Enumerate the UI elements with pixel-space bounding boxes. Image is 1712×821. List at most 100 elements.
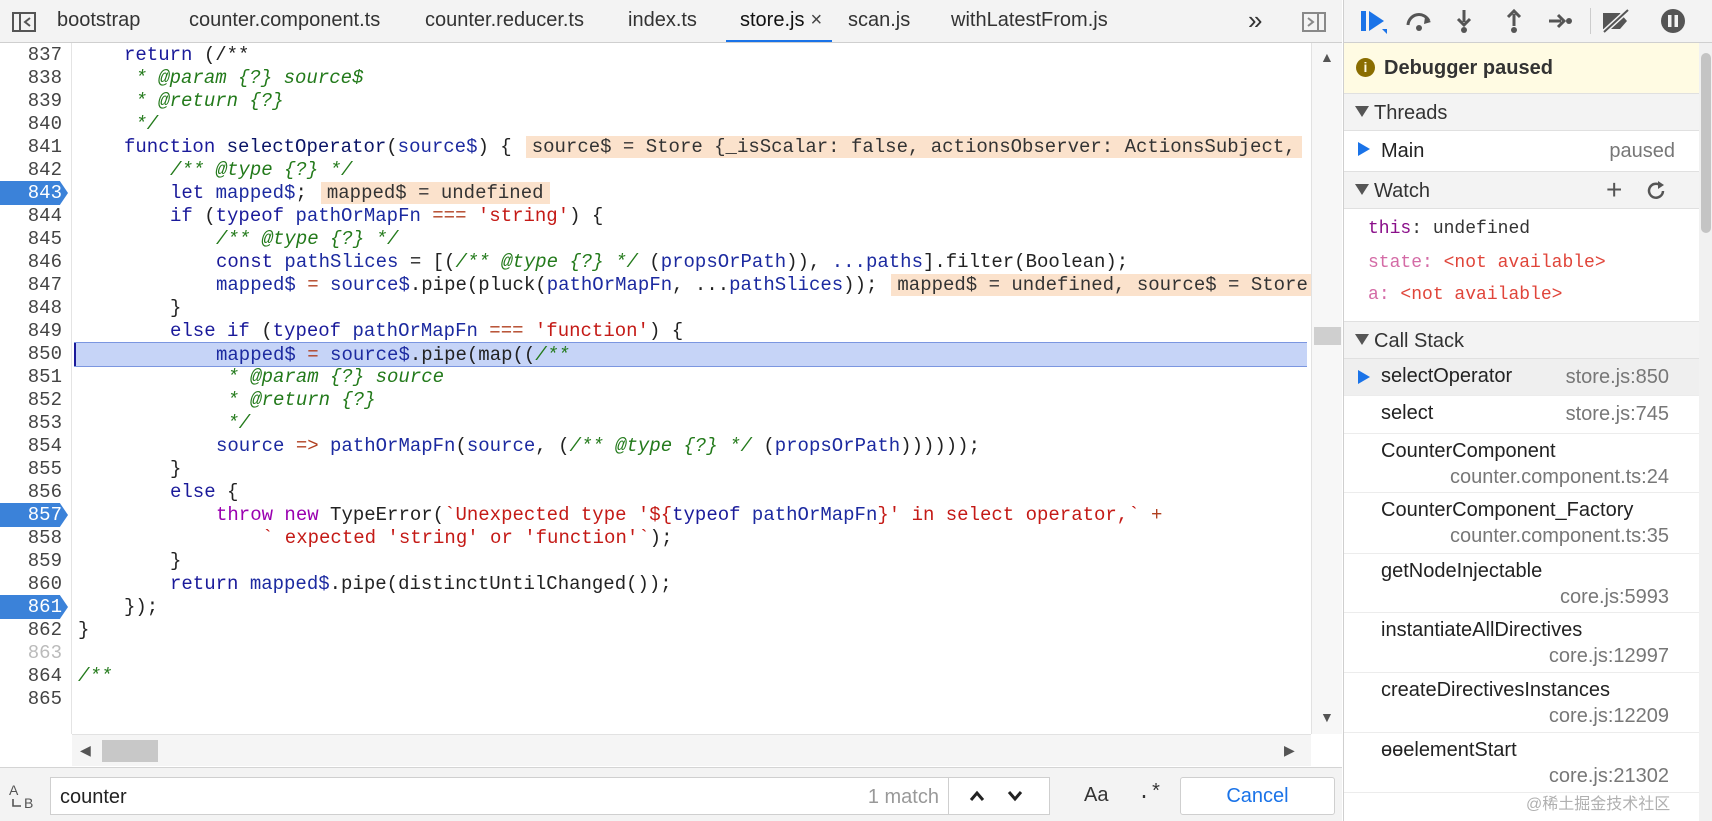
line-number[interactable]: 845: [0, 227, 68, 251]
call-frame-location: counter.component.ts:24: [1449, 466, 1669, 488]
line-number[interactable]: 847: [0, 273, 68, 297]
line-number[interactable]: 844: [0, 204, 68, 228]
tab-counter-component[interactable]: counter.component.ts: [189, 0, 380, 42]
line-number[interactable]: 864: [0, 664, 68, 688]
code-token: pathOrMapFn: [546, 274, 673, 296]
breakpoint-line-number[interactable]: 843: [0, 181, 68, 205]
watch-value: undefined: [1432, 219, 1531, 239]
tab-scan[interactable]: scan.js: [848, 0, 910, 42]
cancel-search-button[interactable]: Cancel: [1180, 777, 1335, 815]
tab-index[interactable]: index.ts: [628, 0, 697, 42]
watch-expression-row[interactable]: this: undefined: [1368, 219, 1530, 239]
code-token: new: [284, 504, 319, 526]
call-frame[interactable]: createDirectivesInstances core.js:12209: [1344, 673, 1699, 733]
scroll-up-arrow-icon[interactable]: ▲: [1320, 49, 1334, 65]
line-number[interactable]: 850: [0, 342, 68, 366]
next-match-button[interactable]: [998, 782, 1032, 810]
scrollbar-thumb[interactable]: [1701, 53, 1711, 233]
line-number[interactable]: 838: [0, 66, 68, 90]
toggle-navigator-button[interactable]: [10, 9, 38, 35]
step-into-button[interactable]: [1447, 5, 1481, 37]
breakpoint-line-number[interactable]: 861: [0, 595, 68, 619]
line-number[interactable]: 852: [0, 388, 68, 412]
code-token: =: [295, 344, 331, 366]
search-input-box[interactable]: counter 1 match: [50, 777, 1050, 815]
scrollbar-thumb[interactable]: [102, 740, 158, 762]
call-frame[interactable]: select store.js:745: [1344, 396, 1699, 434]
line-number[interactable]: 855: [0, 457, 68, 481]
call-stack-section-header[interactable]: Call Stack: [1344, 321, 1699, 359]
threads-section-header[interactable]: Threads: [1344, 93, 1699, 131]
call-frame-location: core.js:21302: [1548, 765, 1669, 787]
line-number[interactable]: 837: [0, 43, 68, 67]
resume-button[interactable]: [1356, 5, 1390, 37]
breakpoint-line-number[interactable]: 857: [0, 503, 68, 527]
sidebar-scrollbar[interactable]: [1699, 43, 1712, 821]
line-number[interactable]: 860: [0, 572, 68, 596]
tab-bootstrap[interactable]: bootstrap: [57, 0, 140, 42]
line-number[interactable]: 859: [0, 549, 68, 573]
add-watch-expression-button[interactable]: +: [1606, 174, 1622, 206]
svg-text:B: B: [24, 795, 33, 810]
watch-expression-row[interactable]: a: <not available>: [1368, 285, 1562, 305]
scroll-down-arrow-icon[interactable]: ▼: [1320, 709, 1334, 725]
toggle-debugger-sidebar-button[interactable]: [1300, 9, 1328, 35]
regex-button[interactable]: .*: [1138, 782, 1162, 805]
code-editor[interactable]: 837 838 839 840 841 842 843 844 845 846 …: [0, 43, 1311, 734]
search-input[interactable]: counter: [60, 786, 127, 809]
call-frame[interactable]: CounterComponent_Factory counter.compone…: [1344, 493, 1699, 554]
deactivate-breakpoints-button[interactable]: [1599, 5, 1633, 37]
expand-triangle-icon: [1355, 334, 1369, 345]
editor-horizontal-scrollbar[interactable]: ◀ ▶: [72, 734, 1311, 766]
line-number-gutter[interactable]: 837 838 839 840 841 842 843 844 845 846 …: [0, 43, 72, 734]
call-frame-current[interactable]: selectOperator store.js:850: [1344, 359, 1699, 396]
tab-counter-reducer[interactable]: counter.reducer.ts: [425, 0, 584, 42]
refresh-icon[interactable]: [1644, 179, 1668, 203]
thread-row-main[interactable]: Main paused: [1344, 133, 1699, 169]
line-number[interactable]: 840: [0, 112, 68, 136]
call-frame[interactable]: instantiateAllDirectives core.js:12997: [1344, 613, 1699, 673]
editor-vertical-scrollbar[interactable]: ▲ ▼: [1311, 43, 1342, 734]
line-number[interactable]: 839: [0, 89, 68, 113]
watch-section-header[interactable]: Watch +: [1344, 171, 1699, 209]
inline-value-preview[interactable]: source$ = Store {_isScalar: false, actio…: [525, 136, 1302, 158]
line-number[interactable]: 849: [0, 319, 68, 343]
line-number[interactable]: 851: [0, 365, 68, 389]
pause-on-exceptions-button[interactable]: [1656, 5, 1690, 37]
call-frame[interactable]: getNodeInjectable core.js:5993: [1344, 554, 1699, 613]
tab-withlatestfrom[interactable]: withLatestFrom.js: [951, 0, 1108, 42]
code-token: source: [466, 435, 536, 457]
call-frame[interactable]: ɵɵelementStart core.js:21302: [1344, 733, 1699, 793]
deactivate-breakpoints-icon: [1602, 9, 1630, 33]
step-out-icon: [1506, 8, 1522, 33]
step-over-button[interactable]: [1402, 5, 1436, 37]
more-tabs-icon[interactable]: »: [1248, 5, 1262, 36]
inline-value-preview[interactable]: mapped$ = undefined: [320, 182, 550, 204]
scroll-left-arrow-icon[interactable]: ◀: [80, 742, 91, 759]
line-number[interactable]: 846: [0, 250, 68, 274]
previous-match-button[interactable]: [960, 782, 994, 810]
scroll-right-arrow-icon[interactable]: ▶: [1284, 742, 1295, 759]
line-number[interactable]: 856: [0, 480, 68, 504]
line-number[interactable]: 862: [0, 618, 68, 642]
line-number[interactable]: 853: [0, 411, 68, 435]
line-number[interactable]: 865: [0, 687, 68, 711]
step-into-icon: [1456, 10, 1472, 33]
line-number[interactable]: 854: [0, 434, 68, 458]
close-tab-icon[interactable]: ×: [810, 9, 822, 31]
inline-value-preview[interactable]: mapped$ = undefined, source$ = Store: [891, 274, 1311, 296]
toggle-replace-button[interactable]: A B: [8, 782, 40, 811]
step-out-button[interactable]: [1497, 5, 1531, 37]
tab-store-js[interactable]: store.js ×: [726, 0, 833, 42]
line-number[interactable]: 842: [0, 158, 68, 182]
step-button[interactable]: [1543, 5, 1577, 37]
match-case-button[interactable]: Aa: [1084, 784, 1108, 807]
line-number[interactable]: 863: [0, 641, 68, 665]
line-number[interactable]: 841: [0, 135, 68, 159]
line-number[interactable]: 858: [0, 526, 68, 550]
line-number[interactable]: 848: [0, 296, 68, 320]
watch-expression-row[interactable]: state: <not available>: [1368, 253, 1606, 273]
call-frame[interactable]: CounterComponent counter.component.ts:24: [1344, 434, 1699, 493]
code-line: /**: [78, 664, 1311, 689]
scrollbar-thumb[interactable]: [1314, 327, 1341, 345]
